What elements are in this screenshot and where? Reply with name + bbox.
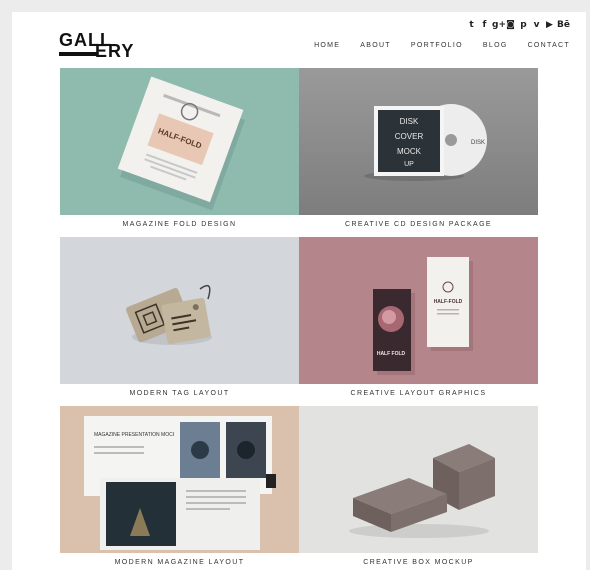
svg-text:HALF-FOLD: HALF-FOLD	[434, 299, 463, 305]
portfolio-caption[interactable]: CREATIVE CD DESIGN PACKAGE	[299, 220, 538, 230]
portfolio-caption[interactable]: MODERN MAGAZINE LAYOUT	[60, 558, 299, 568]
page: GALL ERY t f g+ ◙ p v ▶ Bē HOME ABOUT PO…	[12, 12, 586, 570]
nav-blog[interactable]: BLOG	[483, 41, 508, 51]
portfolio-caption[interactable]: MAGAZINE FOLD DESIGN	[60, 220, 299, 230]
portfolio-thumbnail[interactable]: MAGAZINE PRESENTATION MOCK UP VOL. 02	[60, 406, 299, 553]
vimeo-icon[interactable]: v	[531, 20, 542, 31]
logo[interactable]: GALL ERY	[59, 31, 143, 61]
nav-contact[interactable]: CONTACT	[528, 41, 570, 51]
svg-text:UP: UP	[404, 161, 414, 168]
svg-text:DISK: DISK	[400, 117, 419, 126]
logo-bar	[59, 52, 97, 56]
nav-portfolio[interactable]: PORTFOLIO	[411, 41, 463, 51]
twitter-icon[interactable]: t	[466, 20, 477, 31]
svg-text:HALF FOLD: HALF FOLD	[377, 351, 406, 357]
portfolio-thumbnail[interactable]	[299, 406, 538, 553]
instagram-icon[interactable]: ◙	[505, 20, 516, 31]
facebook-icon[interactable]: f	[479, 20, 490, 31]
svg-text:COVER: COVER	[395, 132, 424, 141]
portfolio-thumbnail[interactable]: DISK DISK COVER MOCK UP	[299, 68, 538, 215]
social-links: t f g+ ◙ p v ▶ Bē	[466, 20, 570, 31]
behance-icon[interactable]: Bē	[557, 20, 570, 31]
svg-text:MOCK: MOCK	[397, 147, 422, 156]
portfolio-caption[interactable]: CREATIVE BOX MOCKUP	[299, 558, 538, 568]
youtube-icon[interactable]: ▶	[544, 20, 555, 31]
logo-text-bottom: ERY	[95, 41, 135, 61]
portfolio-thumbnail[interactable]: HALF-FOLD	[60, 68, 299, 215]
nav-home[interactable]: HOME	[314, 41, 340, 51]
svg-text:DISK: DISK	[471, 140, 485, 146]
google-plus-icon[interactable]: g+	[492, 20, 506, 31]
nav-about[interactable]: ABOUT	[360, 41, 391, 51]
portfolio-caption[interactable]: CREATIVE LAYOUT GRAPHICS	[299, 389, 538, 399]
portfolio-thumbnail[interactable]: HALF FOLD HALF-FOLD	[299, 237, 538, 384]
portfolio-thumbnail[interactable]	[60, 237, 299, 384]
portfolio-caption[interactable]: MODERN TAG LAYOUT	[60, 389, 299, 399]
pinterest-icon[interactable]: p	[518, 20, 529, 31]
main-nav: HOME ABOUT PORTFOLIO BLOG CONTACT	[294, 41, 570, 51]
